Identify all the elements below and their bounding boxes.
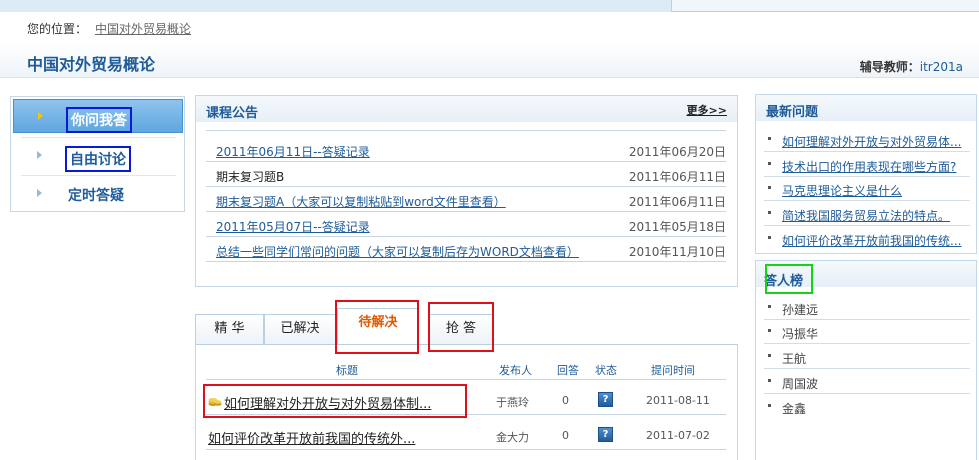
latest-questions-panel: 最新问题 如何理解对外开放与对外贸易体... 技术出口的作用表现在哪些方面? 马… <box>755 94 977 254</box>
bullet-dot-icon <box>768 162 771 165</box>
panel-header <box>196 96 737 122</box>
ranking-name: 孙建远 <box>782 303 819 317</box>
divider <box>764 343 970 344</box>
divider <box>764 200 970 201</box>
question-time: 2011-08-11 <box>646 394 710 407</box>
bullet-dot-icon <box>768 137 771 140</box>
column-header-time: 提问时间 <box>651 364 695 377</box>
menu-item-scheduled-qa[interactable]: 定时答疑 <box>13 177 183 211</box>
tutor-value: itr201a <box>919 60 963 74</box>
question-answer-count: 0 <box>562 429 569 442</box>
table-header-line <box>206 379 726 380</box>
question-title[interactable]: 如何评价改革开放前我国的传统外... <box>208 428 415 447</box>
menu-item-free-discussion[interactable]: 自由讨论 <box>13 139 183 173</box>
announcement-date: 2011年06月20日 <box>628 145 726 159</box>
annotation-box-first-question <box>203 384 467 418</box>
divider <box>764 151 970 152</box>
announcement-top-line <box>206 130 726 131</box>
column-header-author: 发布人 <box>499 364 532 377</box>
ranking-name: 冯振华 <box>782 327 819 341</box>
question-author: 金大力 <box>496 431 529 444</box>
annotation-box-quick-answer-tab <box>428 302 494 352</box>
divider <box>764 393 970 394</box>
unresolved-status-icon: ? <box>598 392 613 407</box>
top-bar <box>0 0 979 12</box>
latest-questions-title: 最新问题 <box>766 105 819 120</box>
ranking-name: 周国波 <box>782 377 819 391</box>
ranking-name: 王航 <box>782 352 807 366</box>
tutor-info: 辅导教师：itr201a <box>860 58 963 75</box>
page-title: 中国对外贸易概论 <box>27 55 156 74</box>
table-row[interactable]: 如何评价改革开放前我国的传统外... 金大力 0 ? 2011-07-02 <box>206 420 726 450</box>
arrow-bullet-icon <box>38 112 43 120</box>
bullet-dot-icon <box>768 329 771 332</box>
bullet-dot-icon <box>768 404 771 407</box>
more-link[interactable]: 更多>> <box>687 102 727 118</box>
bullet-dot-icon <box>768 236 771 239</box>
breadcrumb: 您的位置： 中国对外贸易概论 <box>27 20 191 37</box>
tab-featured[interactable]: 精 华 <box>195 314 264 344</box>
announcement-date: 2011年06月11日 <box>628 170 726 184</box>
question-time: 2011-07-02 <box>646 429 710 442</box>
annotation-box-pending-tab <box>335 300 419 354</box>
bullet-dot-icon <box>768 305 771 308</box>
divider <box>764 176 970 177</box>
question-tabs-area: 精 华 已解决 待解决 抢 答 标题 发布人 回答 状态 提问时间 如何理解对外… <box>195 300 738 460</box>
unresolved-status-icon: ? <box>598 427 613 442</box>
latest-question-link[interactable]: 技术出口的作用表现在哪些方面? <box>782 158 956 175</box>
arrow-bullet-icon <box>37 189 42 197</box>
menu-divider <box>21 137 176 138</box>
menu-item-ask-answer[interactable]: 你问我答 <box>13 99 183 133</box>
announcement-row[interactable]: 2011年05月07日--答疑记录 2011年05月18日 <box>206 212 726 237</box>
arrow-bullet-icon <box>37 151 42 159</box>
tab-resolved[interactable]: 已解决 <box>264 314 336 344</box>
column-header-title: 标题 <box>336 364 358 377</box>
menu-divider <box>21 175 176 176</box>
announcement-date: 2011年06月11日 <box>628 195 726 209</box>
ranking-name: 金鑫 <box>782 402 807 416</box>
menu-item-label: 定时答疑 <box>68 188 124 204</box>
latest-question-link[interactable]: 如何评价改革开放前我国的传统... <box>782 232 961 249</box>
bullet-dot-icon <box>768 354 771 357</box>
tutor-label: 辅导教师： <box>859 60 920 74</box>
latest-question-link[interactable]: 简述我国服务贸易立法的特点。 <box>782 207 950 224</box>
column-header-status: 状态 <box>595 364 617 377</box>
divider <box>764 319 970 320</box>
column-header-answers: 回答 <box>557 364 579 377</box>
breadcrumb-label: 您的位置： <box>27 22 88 36</box>
latest-question-link[interactable]: 马克思理论主义是什么 <box>782 182 902 199</box>
announcement-row[interactable]: 2011年06月11日--答疑记录 2011年06月20日 <box>206 137 726 162</box>
annotation-box-ranking-title <box>765 264 813 294</box>
announcement-row[interactable]: 期末复习题B 2011年06月11日 <box>206 162 726 187</box>
announcement-text[interactable]: 2011年06月11日--答疑记录 <box>216 143 370 160</box>
bullet-dot-icon <box>768 186 771 189</box>
menu-item-label: 你问我答 <box>66 107 132 133</box>
announcement-text[interactable]: 2011年05月07日--答疑记录 <box>216 218 370 235</box>
announcement-text[interactable]: 期末复习题A（大家可以复制粘贴到word文件里查看） <box>216 193 506 210</box>
announcement-date: 2010年11月10日 <box>628 245 726 259</box>
announcement-text[interactable]: 总结一些同学们常问的问题（大家可以复制后存为WORD文档查看） <box>216 243 579 260</box>
announcement-row[interactable]: 总结一些同学们常问的问题（大家可以复制后存为WORD文档查看） 2010年11月… <box>206 237 726 262</box>
menu-item-label: 自由讨论 <box>65 146 131 172</box>
question-answer-count: 0 <box>562 394 569 407</box>
divider <box>764 225 970 226</box>
question-author: 于燕玲 <box>496 396 529 409</box>
breadcrumb-link[interactable]: 中国对外贸易概论 <box>95 22 191 36</box>
announcement-date: 2011年05月18日 <box>628 220 726 234</box>
bullet-dot-icon <box>768 379 771 382</box>
announcement-text[interactable]: 期末复习题B <box>216 168 284 185</box>
announcement-title: 课程公告 <box>206 106 259 121</box>
latest-question-link[interactable]: 如何理解对外开放与对外贸易体... <box>782 133 961 150</box>
bullet-dot-icon <box>768 211 771 214</box>
left-menu: 你问我答 自由讨论 定时答疑 <box>10 96 185 212</box>
ranking-panel: 答人榜 孙建远 冯振华 王航 周国波 金鑫 <box>755 260 977 460</box>
divider <box>764 368 970 369</box>
announcement-row[interactable]: 期末复习题A（大家可以复制粘贴到word文件里查看） 2011年06月11日 <box>206 187 726 212</box>
top-bar-segment <box>0 0 672 12</box>
announcement-panel: 课程公告 更多>> 2011年06月11日--答疑记录 2011年06月20日 … <box>195 95 738 287</box>
